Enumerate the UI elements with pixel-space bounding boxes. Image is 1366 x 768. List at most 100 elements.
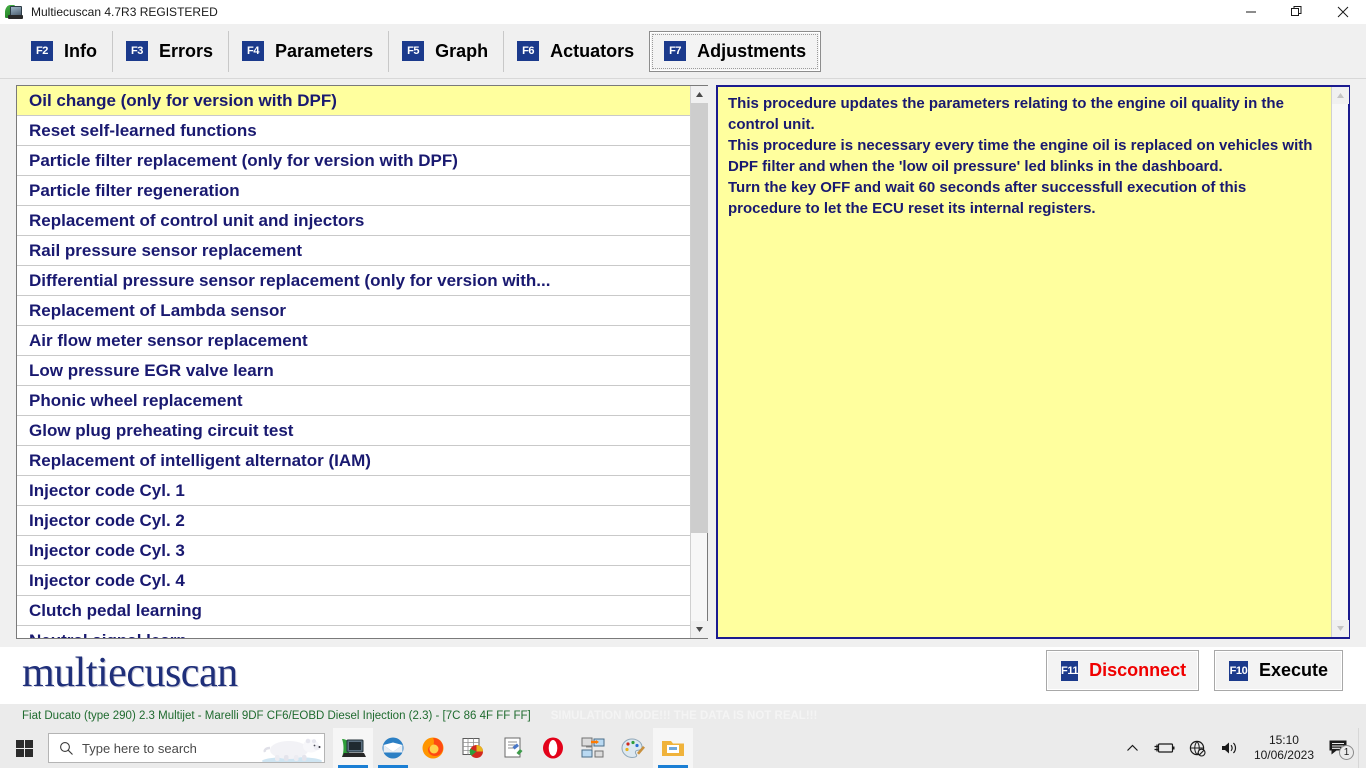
fkey-badge-f7: F7 bbox=[664, 41, 687, 61]
description-scroll-down-icon[interactable] bbox=[1332, 620, 1349, 637]
multiecuscan-app-icon bbox=[5, 3, 23, 21]
notification-center-button[interactable]: 1 bbox=[1322, 728, 1358, 768]
adjustment-list-item[interactable]: Differential pressure sensor replacement… bbox=[17, 266, 690, 296]
taskbar-item-document-editor[interactable] bbox=[493, 728, 533, 768]
fkey-badge-f3: F3 bbox=[126, 41, 148, 61]
multiecuscan-logo: multiecuscan bbox=[22, 650, 238, 696]
adjustments-list-panel: Oil change (only for version with DPF) Re… bbox=[16, 85, 708, 639]
adjustment-list-item[interactable]: Injector code Cyl. 4 bbox=[17, 566, 690, 596]
notification-count-badge: 1 bbox=[1339, 745, 1354, 760]
taskbar-app-icons bbox=[333, 728, 693, 768]
tab-label-actuators: Actuators bbox=[550, 40, 635, 61]
adjustment-list-item[interactable]: Neutral signal learn bbox=[17, 626, 690, 638]
description-scrollbar[interactable] bbox=[1331, 87, 1349, 637]
scrollbar-track[interactable] bbox=[691, 103, 708, 621]
title-bar: Multiecuscan 4.7R3 REGISTERED bbox=[0, 0, 1366, 24]
fkey-badge-f10: F10 bbox=[1229, 660, 1248, 681]
search-icon bbox=[59, 741, 74, 756]
tab-actuators[interactable]: F6 Actuators bbox=[503, 30, 647, 72]
disconnect-button[interactable]: F11 Disconnect bbox=[1046, 650, 1199, 691]
execute-button-label: Execute bbox=[1258, 660, 1328, 680]
search-input[interactable]: Type here to search bbox=[82, 741, 197, 756]
adjustments-list[interactable]: Oil change (only for version with DPF) Re… bbox=[17, 86, 690, 638]
tab-label-errors: Errors bbox=[159, 40, 214, 61]
windows-start-icon bbox=[15, 739, 33, 757]
system-tray: 15:10 10/06/2023 1 bbox=[1119, 728, 1366, 768]
network-no-internet-icon[interactable] bbox=[1182, 728, 1213, 768]
taskbar-item-opera[interactable] bbox=[533, 728, 573, 768]
adjustment-list-item[interactable]: Rail pressure sensor replacement bbox=[17, 236, 690, 266]
adjustment-list-item[interactable]: Particle filter replacement (only for ve… bbox=[17, 146, 690, 176]
restore-icon[interactable] bbox=[1274, 0, 1320, 24]
tab-adjustments[interactable]: F7 Adjustments bbox=[649, 30, 822, 72]
adjustment-list-item[interactable]: Injector code Cyl. 2 bbox=[17, 506, 690, 536]
adjustment-list-item[interactable]: Injector code Cyl. 1 bbox=[17, 476, 690, 506]
procedure-description-text: This procedure updates the parameters re… bbox=[718, 87, 1331, 637]
adjustment-list-item[interactable]: Oil change (only for version with DPF) bbox=[17, 86, 690, 116]
tab-info[interactable]: F2 Info bbox=[18, 31, 110, 72]
tab-label-graph: Graph bbox=[435, 40, 489, 61]
clock-time: 15:10 bbox=[1268, 733, 1299, 747]
taskbar-item-file-explorer[interactable] bbox=[653, 728, 693, 768]
taskbar-item-thunderbird[interactable] bbox=[373, 728, 413, 768]
taskbar-clock[interactable]: 15:10 10/06/2023 bbox=[1246, 728, 1322, 768]
tab-graph[interactable]: F5 Graph bbox=[388, 30, 501, 72]
clock-date: 10/06/2023 bbox=[1253, 748, 1314, 762]
procedure-description-panel: This procedure updates the parameters re… bbox=[716, 85, 1350, 639]
volume-speaker-icon[interactable] bbox=[1213, 728, 1246, 768]
tab-parameters[interactable]: F4 Parameters bbox=[228, 30, 386, 72]
start-button[interactable] bbox=[0, 728, 48, 768]
adjustment-list-item[interactable]: Phonic wheel replacement bbox=[17, 386, 690, 416]
tab-errors[interactable]: F3 Errors bbox=[112, 30, 226, 72]
adjustment-list-item[interactable]: Air flow meter sensor replacement bbox=[17, 326, 690, 356]
polar-bear-illustration bbox=[256, 734, 322, 762]
main-tab-bar: F2 Info F3 Errors F4 Parameters F5 Graph… bbox=[0, 24, 1366, 79]
simulation-mode-notice: SIMULATION MODE!!! THE DATA IS NOT REAL!… bbox=[550, 710, 818, 722]
tab-label-adjustments: Adjustments bbox=[697, 40, 807, 61]
battery-charging-icon[interactable] bbox=[1146, 728, 1182, 768]
scrollbar-thumb[interactable] bbox=[691, 103, 708, 533]
footer-bar: multiecuscan F11 Disconnect F10 Execute bbox=[0, 647, 1366, 704]
windows-taskbar: Type here to search 15:10 10/06/2023 1 bbox=[0, 728, 1366, 768]
adjustment-list-item[interactable]: Particle filter regeneration bbox=[17, 176, 690, 206]
description-paragraph-2: This procedure is necessary every time t… bbox=[728, 137, 1313, 175]
vehicle-info-text: Fiat Ducato (type 290) 2.3 Multijet - Ma… bbox=[22, 710, 531, 722]
minimize-icon[interactable] bbox=[1228, 0, 1274, 24]
taskbar-item-spreadsheet[interactable] bbox=[453, 728, 493, 768]
adjustment-list-item[interactable]: Low pressure EGR valve learn bbox=[17, 356, 690, 386]
taskbar-item-paint[interactable] bbox=[613, 728, 653, 768]
adjustment-list-item[interactable]: Reset self-learned functions bbox=[17, 116, 690, 146]
taskbar-item-multiecuscan[interactable] bbox=[333, 728, 373, 768]
scroll-up-icon[interactable] bbox=[691, 86, 708, 103]
window-title: Multiecuscan 4.7R3 REGISTERED bbox=[31, 5, 218, 19]
status-bar: Fiat Ducato (type 290) 2.3 Multijet - Ma… bbox=[0, 704, 1366, 728]
adjustment-list-item[interactable]: Clutch pedal learning bbox=[17, 596, 690, 626]
description-paragraph-3: Turn the key OFF and wait 60 seconds aft… bbox=[728, 179, 1247, 217]
adjustment-list-item[interactable]: Replacement of intelligent alternator (I… bbox=[17, 446, 690, 476]
adjustments-list-scrollbar[interactable] bbox=[690, 86, 708, 638]
show-hidden-icons-chevron-up-icon[interactable] bbox=[1119, 728, 1146, 768]
execute-button[interactable]: F10 Execute bbox=[1214, 650, 1343, 691]
application-window: Multiecuscan 4.7R3 REGISTERED F2 Info F3 bbox=[0, 0, 1366, 768]
description-paragraph-1: This procedure updates the parameters re… bbox=[728, 95, 1284, 133]
fkey-badge-f6: F6 bbox=[517, 41, 540, 61]
window-controls bbox=[1228, 0, 1366, 24]
description-scrollbar-track[interactable] bbox=[1332, 104, 1348, 620]
show-desktop-button[interactable] bbox=[1358, 728, 1362, 768]
description-scroll-up-icon[interactable] bbox=[1332, 87, 1349, 104]
taskbar-item-firefox[interactable] bbox=[413, 728, 453, 768]
fkey-badge-f5: F5 bbox=[402, 41, 425, 61]
adjustment-list-item[interactable]: Replacement of control unit and injector… bbox=[17, 206, 690, 236]
fkey-badge-f2: F2 bbox=[31, 41, 53, 61]
taskbar-item-network-tool[interactable] bbox=[573, 728, 613, 768]
tab-label-parameters: Parameters bbox=[275, 40, 374, 61]
content-area: Oil change (only for version with DPF) Re… bbox=[0, 79, 1366, 647]
close-icon[interactable] bbox=[1320, 0, 1366, 24]
adjustment-list-item[interactable]: Replacement of Lambda sensor bbox=[17, 296, 690, 326]
adjustment-list-item[interactable]: Injector code Cyl. 3 bbox=[17, 536, 690, 566]
adjustment-list-item[interactable]: Glow plug preheating circuit test bbox=[17, 416, 690, 446]
scroll-down-icon[interactable] bbox=[691, 621, 708, 638]
taskbar-search-box[interactable]: Type here to search bbox=[48, 733, 325, 763]
tab-label-info: Info bbox=[64, 40, 97, 61]
fkey-badge-f11: F11 bbox=[1061, 660, 1079, 681]
